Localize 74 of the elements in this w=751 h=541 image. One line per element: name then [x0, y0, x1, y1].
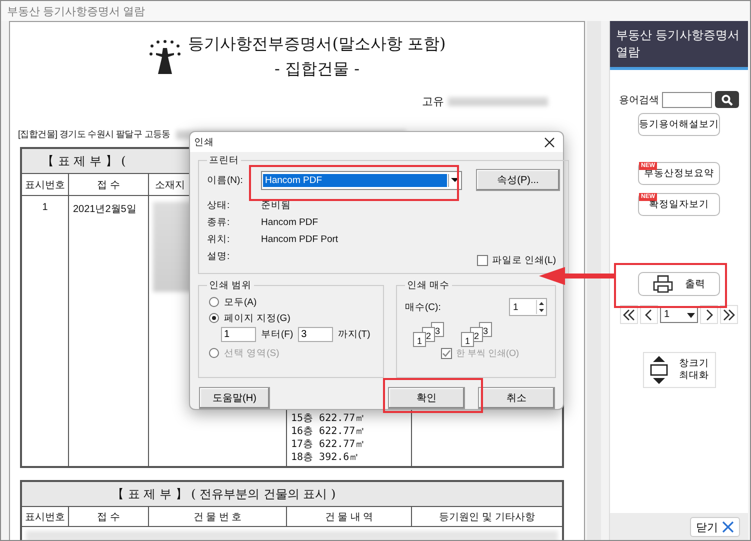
sidebar-button[interactable]: 등기용어해설보기: [638, 113, 720, 136]
group-label: 프린터: [208, 154, 240, 167]
field-value: Hancom PDF: [261, 217, 318, 228]
field-label: 까지(T): [338, 328, 370, 341]
window-title: 부동산 등기사항증명서 열람: [7, 4, 146, 18]
dialog-title: 인쇄: [194, 136, 214, 148]
ok-button[interactable]: 확인: [388, 387, 465, 409]
search-field[interactable]: [662, 92, 712, 108]
dropdown-arrow-icon: [450, 177, 458, 183]
maximize-window-button[interactable]: 창크기 최대화: [642, 352, 716, 388]
page-number: 1: [413, 332, 426, 347]
cancel-button[interactable]: 취소: [478, 387, 555, 409]
radio-button[interactable]: [209, 313, 219, 323]
button-label: 최대화: [679, 370, 709, 382]
field-label: 매수(C):: [405, 300, 441, 314]
floor-area: 16층 622.77㎡: [291, 425, 407, 438]
address-line: [집합건물] 경기도 수원시 팔달구 고등동: [18, 128, 170, 141]
document-subtitle: - 집합건물 -: [274, 59, 360, 80]
printer-icon: [653, 275, 673, 293]
field-value: 준비됨: [261, 199, 291, 212]
radio-button[interactable]: [209, 297, 219, 307]
field-value: Hancom PDF Port: [261, 234, 338, 245]
spinner-arrows-icon: [536, 300, 546, 314]
last-page-button[interactable]: [720, 305, 738, 324]
column-header: 건 물 내 역: [287, 507, 412, 527]
table-cell: 1: [42, 202, 48, 213]
column-header: 표시번호: [25, 178, 65, 192]
document-title: 등기사항전부증명서(말소사항 포함): [188, 34, 446, 55]
vertical-resize-icon: [649, 355, 669, 385]
floor-area: 15층 622.77㎡: [291, 412, 407, 425]
logo-drawing: [148, 40, 182, 76]
field-label: 종류:: [207, 216, 231, 229]
help-button[interactable]: 도움말(H): [199, 387, 270, 409]
column-header: 접 수: [97, 178, 120, 192]
copies-spinner[interactable]: 1: [509, 298, 547, 316]
chevron-right-icon: [705, 308, 713, 320]
to-page-field[interactable]: 3: [298, 327, 334, 342]
search-button[interactable]: [715, 91, 739, 108]
group-label: 인쇄 범위: [208, 279, 253, 292]
column-header: 표시번호: [22, 507, 69, 527]
page-number: 1: [461, 332, 474, 347]
printer-select[interactable]: Hancom PDF: [261, 170, 462, 190]
double-chevron-right-icon: [723, 308, 735, 320]
table-cell: 2021년2월5일: [73, 204, 136, 215]
group-label: 인쇄 매수: [406, 279, 451, 292]
button-label: 창크기: [679, 358, 709, 370]
field-label: 상태:: [207, 199, 231, 212]
floor-area: 17층 622.77㎡: [291, 438, 407, 451]
column-header: 소재지: [155, 178, 185, 192]
field-label: 이름(N):: [207, 174, 244, 186]
column-header: 접 수: [69, 507, 149, 527]
field-label: 설명:: [207, 250, 231, 263]
table-heading: 【 표 제 부 】 ( 전유부분의 건물의 표시 ): [22, 482, 562, 507]
column-header: 건 물 번 호: [149, 507, 287, 527]
close-icon[interactable]: [544, 136, 555, 148]
radio-label[interactable]: 모두(A): [224, 296, 257, 308]
column-header: 등기원인 및 기타사항: [412, 507, 562, 527]
unique-number-label: 고유: [422, 95, 444, 109]
field-label: 위치:: [207, 233, 231, 246]
properties-button[interactable]: 속성(P)...: [476, 169, 560, 191]
search-icon: [721, 94, 733, 106]
sidebar-title: 부동산 등기사항증명서 열람: [616, 28, 740, 59]
close-icon: [722, 521, 734, 533]
scroll-bar[interactable]: [587, 21, 601, 540]
search-label: 용어검색: [619, 94, 659, 106]
radio-label[interactable]: 페이지 지정(G): [224, 312, 290, 324]
double-chevron-left-icon: [623, 308, 635, 320]
close-button[interactable]: 닫기: [690, 517, 740, 537]
from-page-field[interactable]: 1: [221, 327, 256, 342]
print-to-file-checkbox[interactable]: 파일로 인쇄(L): [476, 254, 556, 267]
chevron-left-icon: [645, 308, 653, 320]
field-label: 부터(F): [261, 328, 294, 341]
print-button[interactable]: 출력: [638, 272, 720, 296]
floor-area: 18층 392.6㎡: [291, 451, 407, 464]
